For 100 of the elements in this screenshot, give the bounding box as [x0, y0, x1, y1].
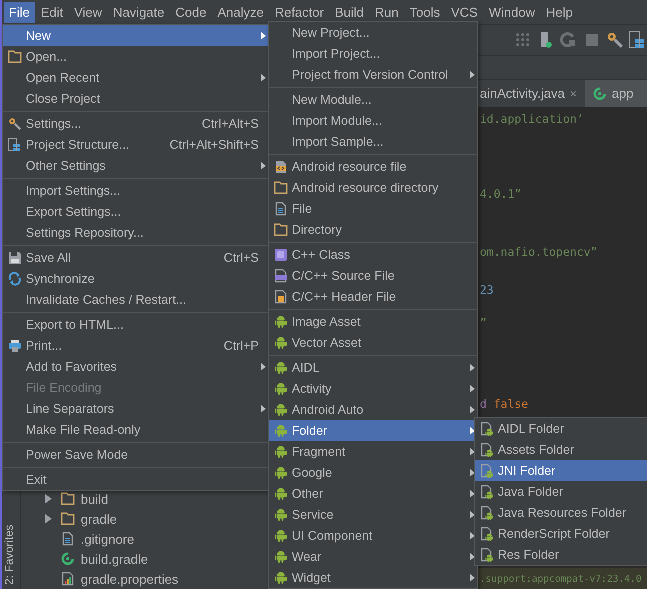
menu-item[interactable]: Power Save Mode [3, 444, 268, 465]
android-icon [274, 466, 288, 480]
tree-item[interactable]: build [81, 492, 108, 506]
class-icon [274, 248, 288, 262]
menu-bar-item[interactable]: Navigate [108, 2, 170, 22]
menu-item[interactable]: Directory [269, 219, 477, 240]
menu-item[interactable]: Import Sample... [269, 131, 477, 152]
android-file-icon [480, 442, 494, 456]
menu-item[interactable]: New Project... [269, 22, 477, 43]
menu-bar-item[interactable]: Run [370, 2, 404, 22]
menu-item[interactable]: JNI Folder [475, 460, 647, 481]
menu-item[interactable]: Settings Repository... [3, 222, 268, 243]
submenu-arrow-icon [470, 364, 475, 372]
menu-item[interactable]: Invalidate Caches / Restart... [3, 289, 268, 310]
menu-bar-item[interactable]: VCS [446, 2, 483, 22]
menu-item[interactable]: AIDL [269, 357, 477, 378]
android-icon [274, 402, 288, 416]
stop-icon[interactable] [583, 31, 601, 49]
menu-item[interactable]: Android resource directory [269, 177, 477, 198]
editor-tab[interactable]: app [585, 80, 647, 107]
menu-item[interactable]: Save All Ctrl+S [3, 247, 268, 268]
menu-item[interactable]: Folder [269, 420, 477, 441]
file-icon [274, 202, 288, 216]
menu-bar-item[interactable]: Edit [36, 2, 68, 22]
submenu-arrow-icon [470, 574, 475, 582]
menu-item[interactable]: Android resource file [269, 156, 477, 177]
menu-item[interactable]: Synchronize [3, 268, 268, 289]
menu-bar-item[interactable]: Tools [404, 2, 446, 22]
wrench-icon[interactable] [606, 31, 624, 49]
menu-item[interactable]: Res Folder [475, 544, 647, 565]
editor-tab[interactable]: ainActivity.java × [479, 80, 586, 107]
menu-item[interactable]: RenderScript Folder [475, 523, 647, 544]
shortcut-label: Ctrl+S [222, 250, 259, 264]
code-line: 23 [480, 282, 495, 299]
menu-item[interactable]: Image Asset [269, 311, 477, 332]
tree-item[interactable]: .gitignore [81, 532, 134, 546]
menu-item[interactable]: Activity [269, 378, 477, 399]
menu-item[interactable]: Project from Version Control [269, 64, 477, 85]
menu-item[interactable]: C/C++ Source File [269, 265, 477, 286]
menu-item[interactable]: Vector Asset [269, 332, 477, 353]
menu-item[interactable]: Export Settings... [3, 201, 268, 222]
printer-icon [8, 338, 22, 352]
menu-item[interactable]: Java Folder [475, 481, 647, 502]
folder-icon [61, 492, 75, 506]
android-icon [274, 528, 288, 542]
menu-item[interactable]: Widget [269, 567, 477, 588]
android-icon [274, 486, 288, 500]
menu-item[interactable]: Exit [3, 469, 268, 490]
structure-icon[interactable] [629, 31, 647, 49]
menu-bar-item[interactable]: Analyze [212, 2, 269, 22]
menu-bar-item[interactable]: View [69, 2, 108, 22]
tree-item[interactable]: gradle [81, 512, 118, 526]
wrench-icon [8, 116, 22, 130]
menu-item[interactable]: Import Module... [269, 110, 477, 131]
menu-bar-item[interactable]: Refactor [270, 2, 330, 22]
resource-file-icon [274, 160, 288, 174]
dotted-square-icon[interactable] [514, 31, 532, 49]
android-file-icon [480, 422, 494, 436]
android-file-icon [480, 526, 494, 540]
menu-item[interactable]: Assets Folder [475, 439, 647, 460]
tree-item[interactable]: gradle.properties [81, 572, 179, 586]
folder-icon [274, 222, 288, 236]
android-icon [274, 314, 288, 328]
submenu-arrow-icon [470, 384, 475, 392]
menu-item[interactable]: Settings... Ctrl+Alt+S [3, 113, 268, 134]
menu-item[interactable]: AIDL Folder [475, 418, 647, 439]
menu-item[interactable]: New [3, 25, 268, 46]
menu-item[interactable]: Import Settings... [3, 180, 268, 201]
menu-item[interactable]: Close Project [3, 88, 268, 109]
android-file-icon [480, 548, 494, 562]
menu-item[interactable]: Export to HTML... [3, 314, 268, 335]
menu-item[interactable]: Open... [3, 46, 268, 67]
menu-bar-item[interactable]: Build [330, 2, 370, 22]
close-icon[interactable]: × [570, 86, 578, 100]
android-file-icon [480, 464, 494, 478]
menu-item[interactable]: Print... Ctrl+P [3, 335, 268, 356]
tree-item[interactable]: build.gradle [81, 552, 148, 566]
menu-bar-item[interactable]: Code [170, 2, 212, 22]
folder-icon [61, 512, 75, 526]
header-file-icon [274, 290, 288, 304]
menu-item[interactable]: Java Resources Folder [475, 502, 647, 523]
menu-item[interactable]: Make File Read-only [3, 419, 268, 440]
android-file-icon [480, 506, 494, 520]
menu-item[interactable]: Android Auto [269, 399, 477, 420]
menu-bar-item[interactable]: File [4, 2, 35, 22]
menu-item[interactable]: C/C++ Header File [269, 286, 477, 307]
code-line: id.application’ [480, 111, 585, 128]
menu-item[interactable]: Import Project... [269, 43, 477, 64]
menu-item[interactable]: New Module... [269, 89, 477, 110]
menu-item[interactable]: File [269, 198, 477, 219]
code-line: om.nafio.topencv” [480, 244, 599, 261]
menu-item[interactable]: Project Structure... Ctrl+Alt+Shift+S [3, 134, 268, 155]
android-icon [274, 570, 288, 584]
structure-icon [8, 138, 22, 152]
menu-item[interactable]: C++ Class [269, 244, 477, 265]
submenu-arrow-icon [470, 70, 475, 78]
file-icon [61, 532, 75, 546]
menu-bar-item[interactable]: Window [484, 2, 540, 22]
menu-bar-item[interactable]: Help [541, 2, 578, 22]
tool-window-tab[interactable]: 2: Favorites [2, 522, 20, 589]
